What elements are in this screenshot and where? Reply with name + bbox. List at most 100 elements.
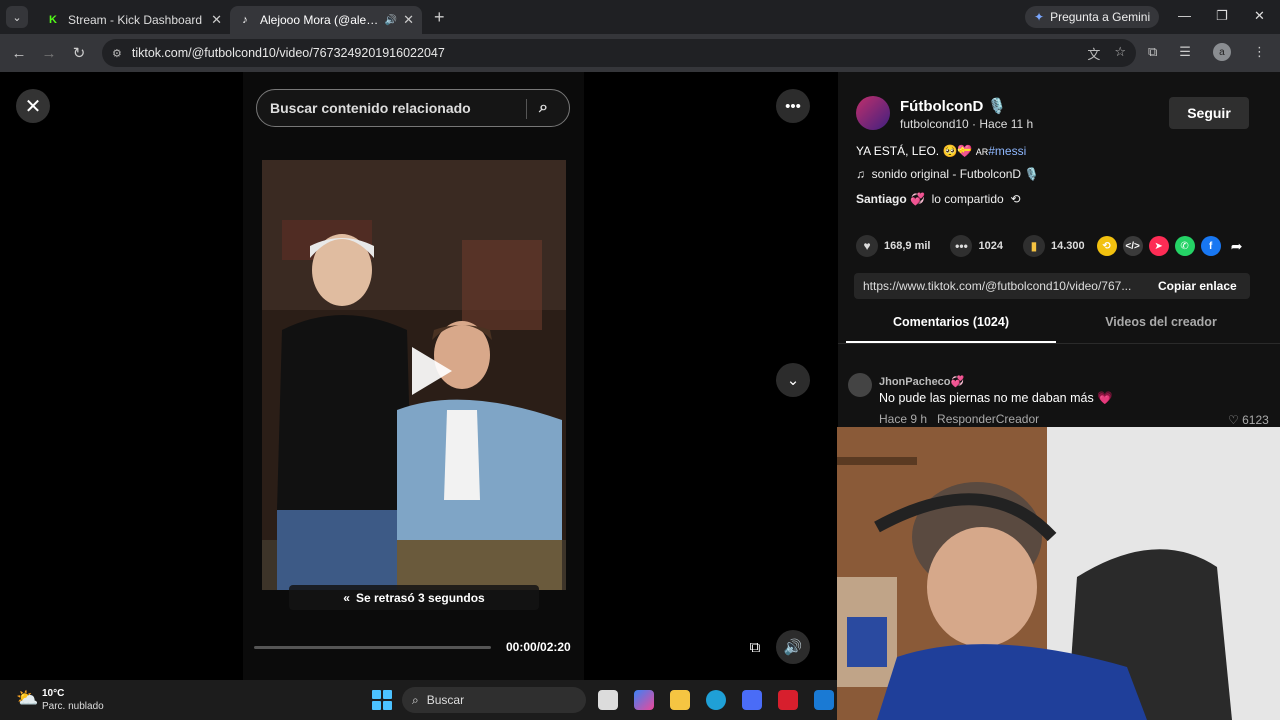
comment-icon[interactable]: ••• xyxy=(950,235,973,257)
close-icon[interactable]: ✕ xyxy=(403,12,414,28)
caption-flag: AR xyxy=(975,147,989,157)
sound-name[interactable]: sonido original - FutbolconD 🎙️ xyxy=(872,167,1040,181)
sound-row[interactable]: ♫ sonido original - FutbolconD 🎙️ xyxy=(856,167,1039,181)
bookmark-icon[interactable]: ▮ xyxy=(1022,235,1045,257)
tab-tiktok[interactable]: ♪ Alejooo Mora (@alejandron... 🔊 ✕ xyxy=(230,6,422,34)
copy-link-button[interactable]: Copiar enlace xyxy=(1158,279,1237,293)
comment-avatar[interactable] xyxy=(848,373,872,397)
follow-button[interactable]: Seguir xyxy=(1169,97,1249,129)
new-tab-button[interactable]: + xyxy=(434,7,445,28)
weather-cloud-icon[interactable]: ⛅ xyxy=(16,688,38,709)
reload-icon[interactable]: ↻ xyxy=(64,44,94,62)
weather-temp: 10°C xyxy=(42,688,65,699)
speaker-icon[interactable]: 🔊 xyxy=(385,15,397,26)
close-video-button[interactable]: ✕ xyxy=(16,89,50,123)
comment-username[interactable]: JhonPacheco💞 xyxy=(879,375,964,388)
facebook-icon[interactable]: f xyxy=(1200,236,1221,256)
share-arrow-icon[interactable]: ➦ xyxy=(1227,236,1247,256)
webcam-overlay xyxy=(837,427,1280,720)
video-link[interactable]: https://www.tiktok.com/@futbolcond10/vid… xyxy=(854,279,1144,293)
heart-icon[interactable]: ♥ xyxy=(856,235,878,257)
close-window-icon[interactable]: ✕ xyxy=(1254,8,1265,24)
next-video-button[interactable]: ⌄ xyxy=(776,363,810,397)
like-count: 168,9 mil xyxy=(884,240,931,252)
comment-count: 1024 xyxy=(978,240,1003,252)
heart-outline-icon[interactable]: ♡ xyxy=(1228,413,1239,427)
action-bar: ♥ 168,9 mil ••• 1024 ▮ 14.300 ⟲ </> ➤ ✆ … xyxy=(856,234,1253,258)
comment-time: Hace 9 h xyxy=(879,412,928,426)
whatsapp-icon[interactable]: ✆ xyxy=(1174,236,1195,256)
tab-comments[interactable]: Comentarios (1024) xyxy=(846,315,1056,343)
windows-start-icon[interactable] xyxy=(372,690,392,710)
reply-button[interactable]: Responder xyxy=(937,412,996,426)
embed-icon[interactable]: </> xyxy=(1122,236,1143,256)
comment-likes[interactable]: ♡ 6123 xyxy=(1228,413,1269,427)
search-icon[interactable]: ⌕ xyxy=(539,99,548,117)
shared-user[interactable]: Santiago 💞 xyxy=(856,192,925,206)
taskbar-search[interactable]: ⌕ Buscar xyxy=(402,687,586,713)
tabs-divider xyxy=(838,343,1280,344)
extensions-icon[interactable]: ⧉ xyxy=(1148,44,1157,60)
outlook-icon[interactable] xyxy=(814,690,834,710)
play-icon[interactable] xyxy=(412,347,452,395)
browser-toolbar: ← → ↻ ⚙ tiktok.com/@futbolcond10/video/7… xyxy=(0,34,1280,72)
related-search-input[interactable]: Buscar contenido relacionado ⌕ xyxy=(256,89,570,127)
profile-avatar[interactable]: a xyxy=(1212,43,1231,61)
comment-meta: Hace 9 h ResponderCreador xyxy=(879,412,1039,426)
creator-badge: Creador xyxy=(995,412,1040,426)
mcafee-icon[interactable] xyxy=(778,690,798,710)
creator-avatar[interactable] xyxy=(856,96,890,130)
link-box: https://www.tiktok.com/@futbolcond10/vid… xyxy=(854,273,1250,299)
minimize-icon[interactable]: — xyxy=(1178,8,1191,23)
media-controls-icon[interactable]: ☰ xyxy=(1179,44,1191,60)
gemini-label: Pregunta a Gemini xyxy=(1050,10,1151,24)
more-menu-icon[interactable]: ⋮ xyxy=(1253,44,1266,60)
kick-icon: K xyxy=(49,14,57,26)
hashtag-link[interactable]: #messi xyxy=(988,144,1026,158)
video-caption: YA ESTÁ, LEO. 🥺💝 AR#messi xyxy=(856,144,1026,158)
shared-row: Santiago 💞 lo compartido ⟲ xyxy=(856,192,1020,206)
copilot-icon[interactable] xyxy=(634,690,654,710)
gemini-button[interactable]: ✦ Pregunta a Gemini xyxy=(1025,6,1160,28)
caption-text: YA ESTÁ, LEO. 🥺💝 xyxy=(856,144,976,158)
address-bar[interactable]: ⚙ tiktok.com/@futbolcond10/video/7673249… xyxy=(102,39,1136,67)
music-note-icon: ♫ xyxy=(856,167,865,181)
restore-icon[interactable]: ❐ xyxy=(1216,8,1228,24)
task-view-icon[interactable] xyxy=(598,690,618,710)
pip-icon[interactable]: ⧉ xyxy=(738,630,772,664)
close-icon[interactable]: ✕ xyxy=(211,12,222,28)
creator-meta: futbolcond10 · Hace 11 h xyxy=(900,117,1034,131)
repost-icon[interactable]: ⟲ xyxy=(1096,236,1117,256)
send-icon[interactable]: ➤ xyxy=(1148,236,1169,256)
panel-tabs: Comentarios (1024) Videos del creador xyxy=(846,315,1266,343)
rewind-icon: « xyxy=(343,590,350,605)
tab-creator-videos[interactable]: Videos del creador xyxy=(1056,315,1266,343)
save-count: 14.300 xyxy=(1050,240,1085,252)
bookmark-star-icon[interactable]: ☆ xyxy=(1114,44,1126,63)
tiktok-icon: ♪ xyxy=(242,14,248,26)
gemini-sparkle-icon: ✦ xyxy=(1034,10,1045,24)
video-player[interactable] xyxy=(262,160,566,590)
forward-icon[interactable]: → xyxy=(34,45,64,62)
creator-name[interactable]: FútbolconD 🎙️ xyxy=(900,97,1006,115)
comment-like-count: 6123 xyxy=(1242,413,1269,427)
url-text[interactable]: tiktok.com/@futbolcond10/video/767324920… xyxy=(132,46,445,60)
volume-icon[interactable]: 🔊 xyxy=(776,630,810,664)
tab-kick-dashboard[interactable]: K Stream - Kick Dashboard ✕ xyxy=(38,6,230,34)
more-options-button[interactable]: ••• xyxy=(776,89,810,123)
file-explorer-icon[interactable] xyxy=(670,690,690,710)
rewind-text: Se retrasó 3 segundos xyxy=(355,590,485,605)
site-info-icon[interactable]: ⚙ xyxy=(112,47,122,60)
weather-desc: Parc. nublado xyxy=(42,701,104,712)
store-icon[interactable] xyxy=(742,690,762,710)
search-placeholder: Buscar contenido relacionado xyxy=(270,100,471,116)
tab-title: Stream - Kick Dashboard xyxy=(68,13,203,27)
edge-icon[interactable] xyxy=(706,690,726,710)
video-progress-bar[interactable] xyxy=(254,646,491,649)
video-time: 00:00/02:20 xyxy=(506,640,571,654)
tab-search-chevron-icon[interactable]: ⌄ xyxy=(6,6,28,28)
webcam-image xyxy=(837,427,1280,720)
repost-icon: ⟲ xyxy=(1010,192,1021,206)
back-icon[interactable]: ← xyxy=(4,45,34,62)
translate-icon[interactable]: 文 xyxy=(1087,44,1100,63)
